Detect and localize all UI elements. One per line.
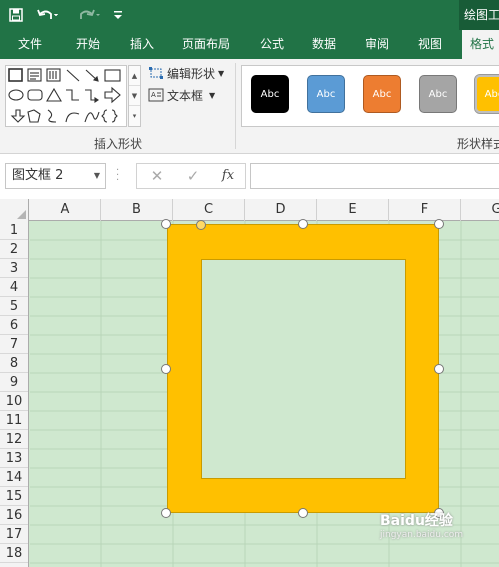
insert-shapes-group-label: 插入形状	[94, 137, 143, 151]
gallery-down-icon[interactable]: ▼	[129, 86, 140, 106]
select-all-button[interactable]	[0, 199, 29, 221]
row-header[interactable]: 1	[0, 221, 28, 240]
edit-shape-button[interactable]: 编辑形状 ▼	[148, 64, 224, 82]
resize-handle-top-right[interactable]	[434, 219, 444, 229]
drag-handle-icon[interactable]: · · ·	[116, 166, 124, 186]
watermark-text: Baidu经验	[380, 513, 453, 529]
resize-handle-top-left[interactable]	[161, 219, 171, 229]
row-header[interactable]: 16	[0, 506, 28, 525]
style-swatch-gray[interactable]: Abc	[419, 75, 457, 113]
row-header[interactable]: 9	[0, 373, 28, 392]
tab-file[interactable]: 文件	[10, 30, 50, 59]
customize-qat-icon[interactable]	[111, 0, 125, 30]
column-header-a[interactable]: A	[30, 199, 101, 221]
tab-formulas[interactable]: 公式	[252, 30, 292, 59]
resize-handle-bottom[interactable]	[298, 508, 308, 518]
row-header[interactable]: 14	[0, 468, 28, 487]
tab-insert[interactable]: 插入	[122, 30, 162, 59]
shape-thumbnails-icon	[8, 68, 121, 123]
row-header[interactable]: 6	[0, 316, 28, 335]
shape-styles-group-label: 形状样式	[457, 137, 499, 151]
adjustment-handle[interactable]	[196, 220, 206, 230]
insert-function-icon[interactable]: fx	[214, 164, 242, 188]
shape-styles-gallery[interactable]: Abc Abc Abc Abc Abc	[241, 65, 499, 127]
row-header[interactable]: 8	[0, 354, 28, 373]
frame-shape-inner	[201, 259, 406, 479]
formula-buttons: ✕ ✓ fx	[136, 163, 246, 189]
redo-icon[interactable]	[76, 0, 104, 30]
chevron-down-icon: ▼	[209, 90, 216, 100]
title-bar: 绘图工	[0, 0, 499, 30]
watermark: Baidu经验 jingyan.baidu.com	[380, 510, 463, 540]
row-header[interactable]: 10	[0, 392, 28, 411]
group-divider	[235, 63, 236, 149]
ribbon-tabs: 文件 开始 插入 页面布局 公式 数据 审阅 视图 格式	[0, 30, 499, 59]
ribbon: ▲ ▼ ▾ 编辑形状 ▼ A 文本框 ▼ 插入形状 Abc Abc Abc Ab…	[0, 59, 499, 154]
tab-view[interactable]: 视图	[410, 30, 450, 59]
column-header-g[interactable]: G	[461, 199, 499, 221]
text-box-label: 文本框	[167, 88, 204, 103]
drawing-tools-context-title: 绘图工	[459, 0, 499, 30]
frame-shape[interactable]	[167, 224, 439, 513]
row-header[interactable]: 5	[0, 297, 28, 316]
formula-bar: 图文框 2 ▼ · · · ✕ ✓ fx	[0, 155, 499, 199]
style-swatch-blue[interactable]: Abc	[307, 75, 345, 113]
tab-page-layout[interactable]: 页面布局	[177, 30, 235, 59]
worksheet-grid[interactable]: A B C D E F G 1 2 3 4 5 6 7 8 9 10 11 12…	[0, 199, 499, 567]
shapes-gallery-scroll[interactable]: ▲ ▼ ▾	[128, 65, 141, 127]
text-box-icon: A	[148, 88, 164, 102]
edit-shape-icon	[148, 66, 164, 80]
row-header[interactable]: 17	[0, 525, 28, 544]
chevron-down-icon[interactable]: ▼	[94, 164, 100, 188]
resize-handle-right[interactable]	[434, 364, 444, 374]
row-header[interactable]: 3	[0, 259, 28, 278]
save-icon[interactable]	[6, 0, 26, 30]
style-swatch-orange[interactable]: Abc	[363, 75, 401, 113]
row-header[interactable]: 15	[0, 487, 28, 506]
text-box-button[interactable]: A 文本框 ▼	[148, 86, 215, 104]
column-header-f[interactable]: F	[389, 199, 461, 221]
row-header[interactable]: 12	[0, 430, 28, 449]
undo-icon[interactable]	[34, 0, 62, 30]
row-header[interactable]: 11	[0, 411, 28, 430]
watermark-sub: jingyan.baidu.com	[380, 530, 464, 540]
svg-text:A: A	[151, 91, 156, 99]
row-header[interactable]: 4	[0, 278, 28, 297]
style-swatch-black[interactable]: Abc	[251, 75, 289, 113]
insert-shapes-gallery[interactable]	[5, 65, 127, 127]
column-header-e[interactable]: E	[317, 199, 389, 221]
column-header-b[interactable]: B	[101, 199, 173, 221]
tab-data[interactable]: 数据	[304, 30, 344, 59]
name-box-value: 图文框 2	[12, 168, 64, 183]
formula-input[interactable]	[250, 163, 499, 189]
tab-format[interactable]: 格式	[462, 30, 499, 59]
column-header-d[interactable]: D	[245, 199, 317, 221]
chevron-down-icon: ▼	[218, 68, 225, 78]
cancel-icon[interactable]: ✕	[143, 164, 171, 188]
edit-shape-label: 编辑形状	[167, 66, 216, 81]
name-box[interactable]: 图文框 2 ▼	[5, 163, 106, 189]
enter-icon[interactable]: ✓	[179, 164, 207, 188]
row-header[interactable]: 7	[0, 335, 28, 354]
row-header[interactable]: 2	[0, 240, 28, 259]
resize-handle-left[interactable]	[161, 364, 171, 374]
resize-handle-bottom-left[interactable]	[161, 508, 171, 518]
column-header-c[interactable]: C	[173, 199, 245, 221]
select-all-icon	[17, 210, 26, 219]
style-swatch-gold[interactable]: Abc	[474, 74, 499, 114]
row-headers: 1 2 3 4 5 6 7 8 9 10 11 12 13 14 15 16 1…	[0, 221, 29, 567]
gallery-more-icon[interactable]: ▾	[129, 106, 140, 126]
row-header[interactable]: 13	[0, 449, 28, 468]
gallery-up-icon[interactable]: ▲	[129, 66, 140, 86]
column-headers: A B C D E F G	[0, 199, 499, 221]
resize-handle-top[interactable]	[298, 219, 308, 229]
row-header[interactable]: 18	[0, 544, 28, 563]
tab-review[interactable]: 审阅	[357, 30, 397, 59]
tab-home[interactable]: 开始	[68, 30, 108, 59]
